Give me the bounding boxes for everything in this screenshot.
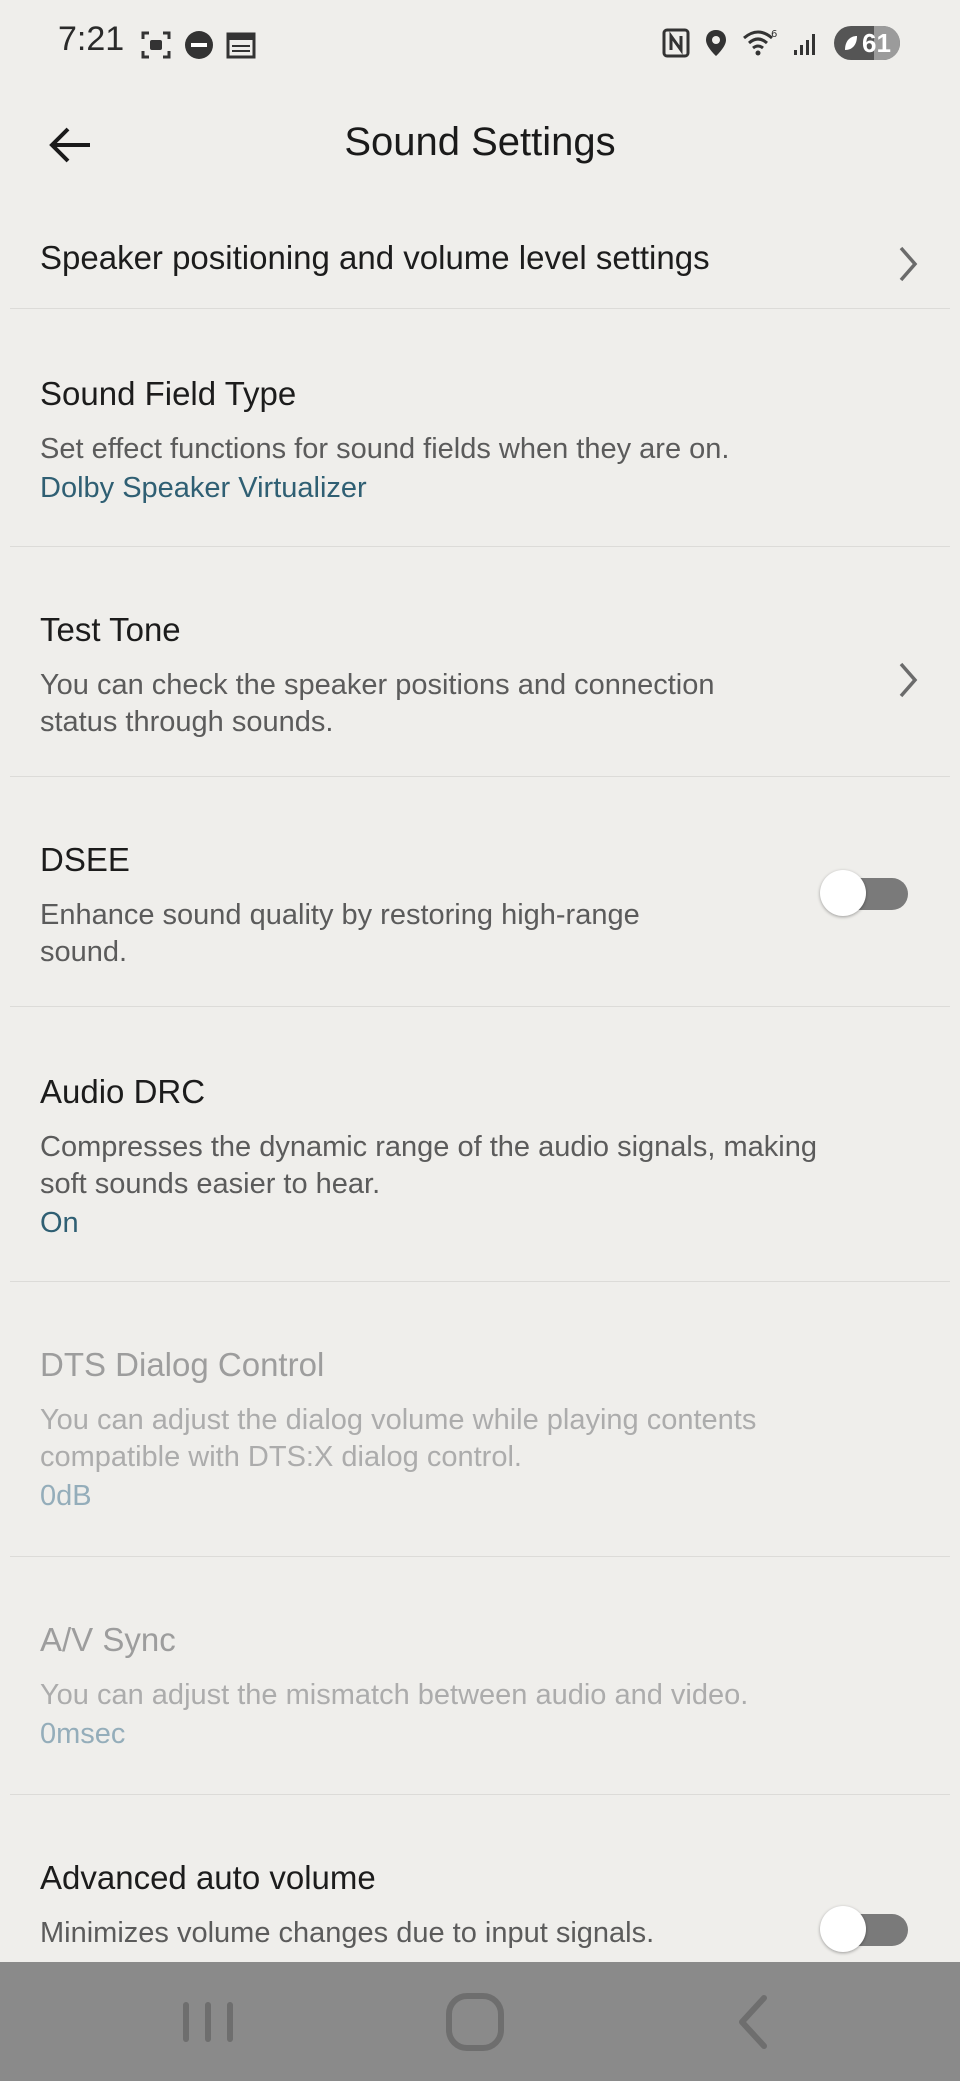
calendar-icon xyxy=(226,32,256,59)
setting-description: You can check the speaker positions and … xyxy=(40,669,715,738)
page-title: Sound Settings xyxy=(344,120,616,164)
chevron-right-icon xyxy=(899,246,918,282)
setting-description: You can adjust the mismatch between audi… xyxy=(40,1679,749,1711)
home-icon[interactable] xyxy=(445,1992,505,2052)
signal-icon xyxy=(794,34,815,55)
setting-value: Dolby Speaker Virtualizer xyxy=(40,472,367,504)
setting-value: 0dB xyxy=(40,1480,92,1512)
setting-test-tone[interactable]: Test Tone You can check the speaker posi… xyxy=(10,547,950,777)
power-saving-leaf-icon xyxy=(845,36,858,50)
setting-description: Minimizes volume changes due to input si… xyxy=(40,1917,655,1949)
status-bar: 7:21 6 61 xyxy=(0,0,960,90)
setting-description: Enhance sound quality by restoring high-… xyxy=(40,899,640,968)
dsee-toggle[interactable] xyxy=(820,870,910,916)
back-icon[interactable] xyxy=(722,1992,782,2052)
setting-title: Advanced auto volume xyxy=(40,1859,376,1896)
setting-title: A/V Sync xyxy=(40,1621,176,1658)
status-left-icons xyxy=(140,30,256,60)
setting-title: Test Tone xyxy=(40,611,181,648)
setting-audio-drc[interactable]: Audio DRC Compresses the dynamic range o… xyxy=(10,1007,950,1282)
setting-title: Sound Field Type xyxy=(40,375,297,412)
app-bar: Sound Settings xyxy=(0,100,960,190)
svg-text:6: 6 xyxy=(771,29,777,40)
setting-sound-field-type[interactable]: Sound Field Type Set effect functions fo… xyxy=(10,309,950,547)
status-time: 7:21 xyxy=(58,20,125,58)
setting-title: DSEE xyxy=(40,841,130,878)
setting-title: DTS Dialog Control xyxy=(40,1346,325,1383)
advanced-auto-volume-toggle[interactable] xyxy=(820,1906,910,1952)
setting-title: Audio DRC xyxy=(40,1073,206,1110)
battery-level: 61 xyxy=(862,27,891,58)
setting-value: 0msec xyxy=(40,1718,126,1750)
setting-speaker-positioning[interactable]: Speaker positioning and volume level set… xyxy=(10,212,950,309)
setting-description: You can adjust the dialog volume while p… xyxy=(40,1404,757,1473)
location-icon xyxy=(706,30,726,56)
setting-value: On xyxy=(40,1207,79,1239)
status-right-icons: 6 61 xyxy=(662,26,900,60)
setting-description: Set effect functions for sound fields wh… xyxy=(40,433,730,465)
recent-apps-icon[interactable] xyxy=(178,1992,238,2052)
navigation-bar xyxy=(0,1962,960,2081)
setting-dts-dialog-control: DTS Dialog Control You can adjust the di… xyxy=(10,1282,950,1557)
settings-list: Speaker positioning and volume level set… xyxy=(0,212,960,1995)
setting-av-sync: A/V Sync You can adjust the mismatch bet… xyxy=(10,1557,950,1795)
battery-icon: 61 xyxy=(834,26,900,60)
setting-description: Compresses the dynamic range of the audi… xyxy=(40,1131,817,1200)
wear-icon xyxy=(185,31,213,59)
nfc-icon xyxy=(662,28,690,58)
setting-title: Speaker positioning and volume level set… xyxy=(40,239,710,276)
chevron-right-icon xyxy=(899,662,918,698)
wifi-icon: 6 xyxy=(743,29,777,56)
screenshot-icon xyxy=(141,31,171,59)
setting-dsee: DSEE Enhance sound quality by restoring … xyxy=(10,777,950,1007)
